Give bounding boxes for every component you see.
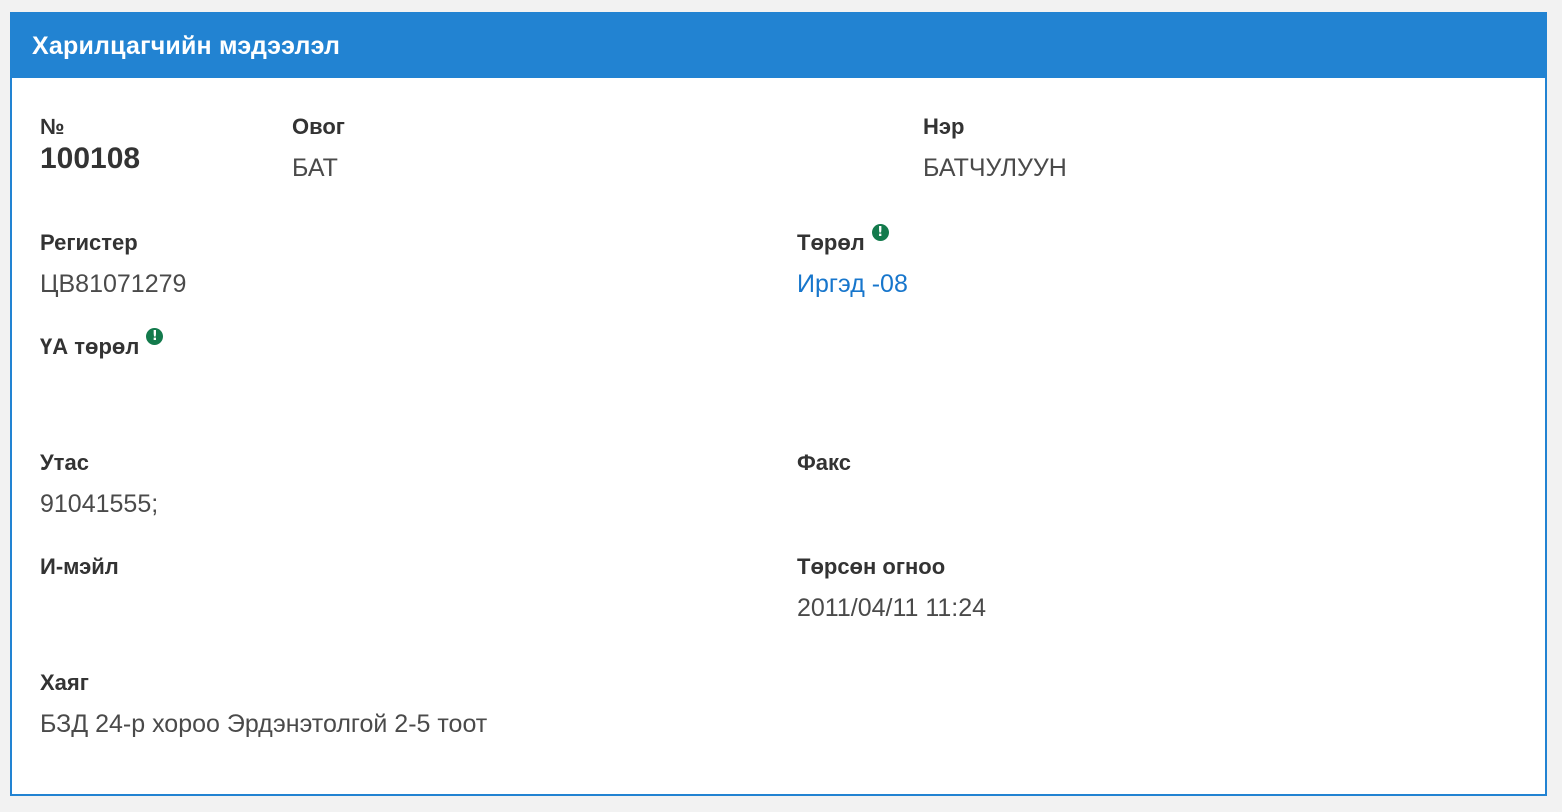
- field-name: Нэр БАТЧУЛУУН: [923, 114, 1067, 183]
- field-number: № 100108: [40, 114, 140, 176]
- panel-title: Харилцагчийн мэдээлэл: [32, 32, 341, 60]
- field-fax-label: Факс: [797, 450, 851, 475]
- field-fax: Факс: [797, 450, 851, 490]
- field-type-link[interactable]: Иргэд -08: [797, 270, 908, 299]
- field-name-label: Нэр: [923, 114, 965, 139]
- customer-info-panel: Харилцагчийн мэдээлэл № 100108 Овог БАТ …: [10, 12, 1547, 796]
- field-register-value: ЦВ81071279: [40, 270, 187, 298]
- field-email: И-мэйл: [40, 554, 119, 594]
- field-type-label: Төрөл !: [797, 224, 889, 256]
- field-business-type-label-text: ҮА төрөл: [40, 334, 140, 359]
- field-email-label: И-мэйл: [40, 554, 119, 579]
- field-name-value: БАТЧУЛУУН: [923, 154, 1067, 182]
- field-type-label-text: Төрөл: [797, 230, 865, 255]
- field-address-value: БЗД 24-р хороо Эрдэнэтолгой 2-5 тоот: [40, 710, 488, 738]
- field-birth-date-value: 2011/04/11 11:24: [797, 594, 987, 622]
- exclamation-circle-icon[interactable]: !: [871, 224, 889, 241]
- field-number-label: №: [40, 114, 65, 139]
- field-birth-date-label: Төрсөн огноо: [797, 554, 946, 579]
- exclamation-circle-icon[interactable]: !: [146, 328, 164, 345]
- field-address: Хаяг БЗД 24-р хороо Эрдэнэтолгой 2-5 тоо…: [40, 670, 487, 739]
- field-register: Регистер ЦВ81071279: [40, 230, 186, 299]
- field-phone-label: Утас: [40, 450, 89, 475]
- panel-header: Харилцагчийн мэдээлэл: [12, 14, 1545, 78]
- field-address-label: Хаяг: [40, 670, 89, 695]
- field-type: Төрөл ! Иргэд -08: [797, 224, 908, 299]
- field-birth-date: Төрсөн огноо 2011/04/11 11:24: [797, 554, 986, 623]
- field-surname-value: БАТ: [292, 154, 338, 182]
- field-register-label: Регистер: [40, 230, 138, 255]
- field-surname: Овог БАТ: [292, 114, 345, 183]
- field-phone-value: 91041555;: [40, 490, 159, 518]
- field-number-value: 100108: [40, 142, 141, 175]
- field-surname-label: Овог: [292, 114, 345, 139]
- field-business-type-label: ҮА төрөл !: [40, 328, 164, 360]
- field-business-type: ҮА төрөл !: [40, 328, 164, 374]
- field-phone: Утас 91041555;: [40, 450, 158, 519]
